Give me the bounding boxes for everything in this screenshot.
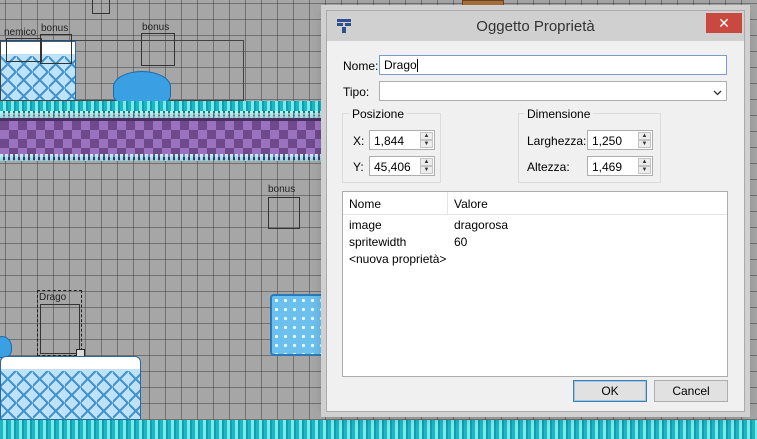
width-label: Larghezza: <box>527 134 587 148</box>
cancel-button[interactable]: Cancel <box>654 380 728 402</box>
column-header-name[interactable]: Nome <box>349 197 381 211</box>
row-value: 60 <box>454 235 468 249</box>
row-name: <nuova proprietà> <box>349 252 447 266</box>
object-box-bonus-1[interactable] <box>40 34 72 64</box>
ice-wall-lower <box>0 356 141 420</box>
height-spin-buttons[interactable]: ▲ ▼ <box>638 158 651 174</box>
dialog-titlebar[interactable]: Oggetto Proprietà ✕ <box>327 11 744 41</box>
name-field-value: Drago <box>384 58 417 72</box>
spin-down-icon[interactable]: ▼ <box>420 166 433 174</box>
width-spin-buttons[interactable]: ▲ ▼ <box>638 132 651 148</box>
width-spinbox[interactable]: 1,250 ▲ ▼ <box>587 130 653 150</box>
object-box-bonus-2[interactable] <box>141 33 175 66</box>
x-spinbox[interactable]: 1,844 ▲ ▼ <box>369 130 435 150</box>
width-value: 1,250 <box>592 134 623 148</box>
spin-up-icon[interactable]: ▲ <box>420 132 433 140</box>
object-properties-dialog: Oggetto Proprietà ✕ Nome: Drago Tipo: Po… <box>326 10 745 412</box>
label-bonus-3: bonus <box>268 184 296 195</box>
y-spin-buttons[interactable]: ▲ ▼ <box>420 158 433 174</box>
row-name: image <box>349 218 382 232</box>
label-bonus-1: bonus <box>41 23 69 34</box>
height-spinbox[interactable]: 1,469 ▲ ▼ <box>587 156 653 176</box>
table-row[interactable]: spritewidth 60 <box>343 233 727 250</box>
spin-up-icon[interactable]: ▲ <box>420 158 433 166</box>
x-label: X: <box>353 134 365 148</box>
spin-up-icon[interactable]: ▲ <box>638 132 651 140</box>
spin-down-icon[interactable]: ▼ <box>638 166 651 174</box>
spin-down-icon[interactable]: ▼ <box>638 140 651 148</box>
blue-blob-left <box>0 336 12 358</box>
object-box-nemico[interactable] <box>6 38 42 62</box>
name-field[interactable]: Drago <box>379 55 727 75</box>
label-bonus-2: bonus <box>142 22 170 33</box>
dialog-title: Oggetto Proprietà <box>476 18 595 35</box>
ice-block <box>270 294 326 356</box>
position-group-label: Posizione <box>349 107 408 121</box>
y-spinbox[interactable]: 45,406 ▲ ▼ <box>369 156 435 176</box>
x-value: 1,844 <box>374 134 405 148</box>
close-button[interactable]: ✕ <box>706 13 742 33</box>
text-cursor <box>416 59 418 73</box>
column-divider <box>447 192 448 214</box>
icicles-lower <box>0 154 326 161</box>
spin-down-icon[interactable]: ▼ <box>420 140 433 148</box>
row-value: dragorosa <box>454 218 509 232</box>
table-header: Nome Valore <box>343 192 727 215</box>
table-row[interactable]: image dragorosa <box>343 216 727 233</box>
row-name: spritewidth <box>349 235 407 249</box>
name-label: Nome: <box>343 59 379 73</box>
object-box-top[interactable] <box>92 0 110 14</box>
x-spin-buttons[interactable]: ▲ ▼ <box>420 132 433 148</box>
ice-grass-bottom <box>0 420 757 439</box>
object-box-bonus-3[interactable] <box>268 197 300 229</box>
spin-up-icon[interactable]: ▲ <box>638 158 651 166</box>
properties-table[interactable]: Nome Valore image dragorosa spritewidth … <box>342 191 728 377</box>
height-value: 1,469 <box>592 160 623 174</box>
height-label: Altezza: <box>527 160 570 174</box>
y-label: Y: <box>353 160 364 174</box>
size-group-label: Dimensione <box>524 107 594 121</box>
blue-blob-enemy <box>113 71 171 103</box>
chevron-down-icon <box>713 86 722 100</box>
type-label: Tipo: <box>343 85 370 99</box>
ok-button[interactable]: OK <box>573 380 647 402</box>
type-combo[interactable] <box>379 81 727 101</box>
object-box-drago-inner <box>40 304 80 354</box>
close-icon: ✕ <box>718 15 730 31</box>
label-nemico: nemico <box>4 27 37 38</box>
column-header-value[interactable]: Valore <box>454 197 488 211</box>
y-value: 45,406 <box>374 160 411 174</box>
table-row-new-property[interactable]: <nuova proprietà> <box>343 250 727 267</box>
